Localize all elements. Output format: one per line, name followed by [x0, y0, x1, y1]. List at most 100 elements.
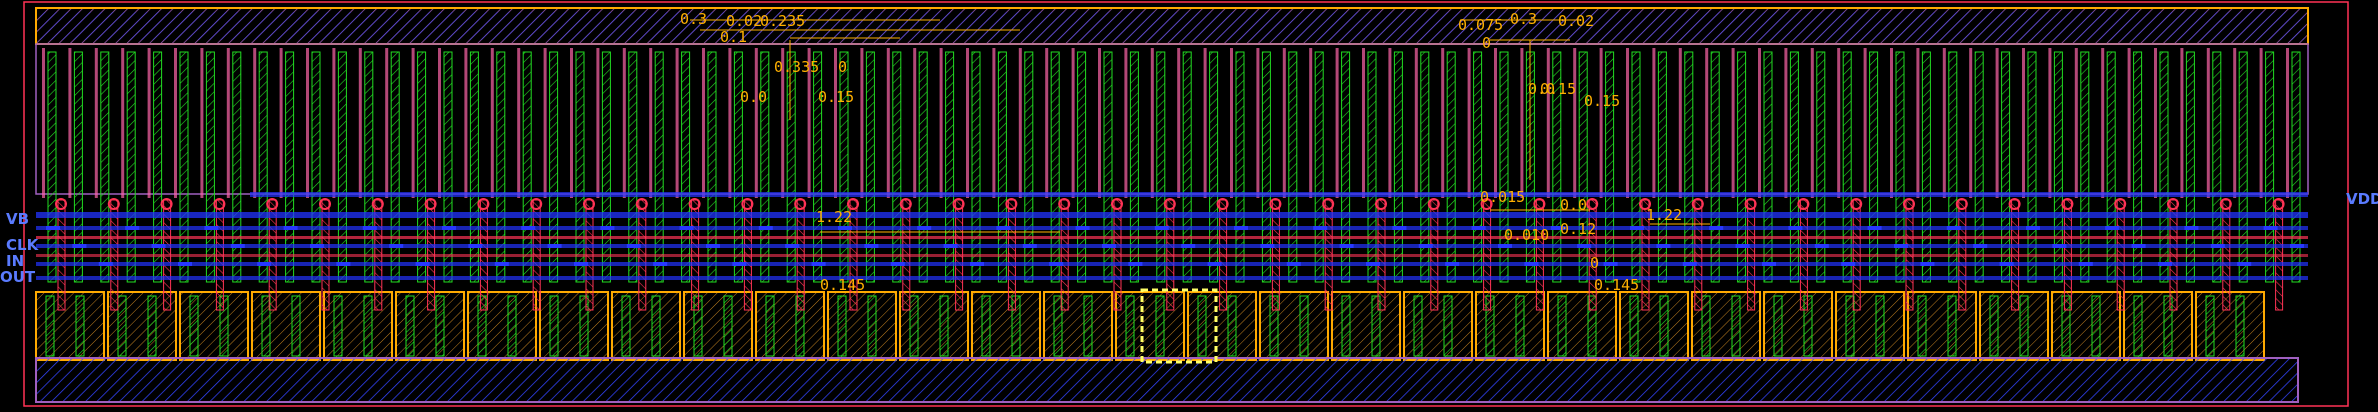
diffusion-finger: [621, 295, 631, 357]
diffusion-finger: [1875, 295, 1885, 357]
poly-strip: [1652, 48, 1656, 198]
diffusion-finger: [333, 295, 343, 357]
diffusion-finger: [1197, 295, 1207, 357]
poly-strip: [1282, 48, 1286, 198]
poly-strip: [2048, 48, 2052, 198]
pin-out[interactable]: OUT: [0, 268, 36, 286]
poly-strip: [754, 48, 758, 198]
poly-strip: [1810, 48, 1814, 198]
poly-strip: [306, 48, 309, 198]
poly-strip: [1309, 48, 1313, 198]
poly-strip: [464, 48, 468, 198]
poly-strip: [1784, 48, 1788, 198]
poly-strip: [147, 48, 151, 198]
nwell-region: [35, 43, 2309, 195]
poly-strip: [2074, 48, 2078, 198]
poly-strip: [1494, 48, 1497, 198]
diffusion-finger: [2205, 295, 2215, 357]
ruler-label: 1.22: [816, 208, 852, 226]
ruler-label: 0: [1590, 254, 1599, 272]
poly-strip: [596, 48, 600, 198]
diffusion-finger: [765, 295, 775, 357]
ruler-label: 0.015: [1480, 188, 1525, 206]
ruler-label: 0.235: [760, 12, 805, 30]
pin-vb[interactable]: VB: [6, 210, 29, 228]
poly-strip: [2022, 48, 2025, 198]
diffusion-finger: [435, 295, 445, 357]
ruler-label: 0.3: [1510, 10, 1537, 28]
poly-strip: [1071, 48, 1075, 198]
diffusion-finger: [363, 295, 373, 357]
ruler-label: 0.0: [1560, 196, 1587, 214]
diffusion-finger: [867, 295, 877, 357]
ruler-label: 0.02: [1558, 12, 1594, 30]
ruler-label: 0.0: [1528, 80, 1555, 98]
layout-canvas[interactable]: VB CLK IN OUT VDD 0.3 0.02 0.235 0.1 0.3…: [0, 0, 2378, 412]
poly-strip: [226, 48, 230, 198]
diffusion-finger: [45, 295, 55, 357]
poly-strip: [1890, 48, 1893, 198]
transistor-fingers: [42, 48, 2304, 311]
ruler-label: 0.15: [1584, 92, 1620, 110]
ruler-label: 0.010: [1504, 226, 1549, 244]
diffusion-finger: [981, 295, 991, 357]
diffusion-finger: [2235, 295, 2245, 357]
poly-strip: [1441, 48, 1445, 198]
ruler-label: 0.1: [720, 28, 747, 46]
poly-strip: [649, 48, 653, 198]
ruler-label: 0.145: [820, 276, 865, 294]
ruler-label: 0.075: [1458, 16, 1503, 34]
diffusion-finger: [1701, 295, 1711, 357]
poly-strip: [68, 48, 72, 198]
diffusion-finger: [2133, 295, 2143, 357]
poly-strip: [2101, 48, 2105, 198]
diffusion-finger: [1341, 295, 1351, 357]
poly-strip: [411, 48, 415, 198]
diffusion-finger: [1731, 295, 1741, 357]
poly-strip: [728, 48, 732, 198]
poly-strip: [490, 48, 494, 198]
bottom-ground-rail[interactable]: [35, 357, 2299, 403]
diffusion-finger: [651, 295, 661, 357]
ruler-label: 0.12: [1560, 220, 1596, 238]
poly-strip: [279, 48, 283, 198]
diffusion-finger: [117, 295, 127, 357]
diffusion-finger: [1443, 295, 1453, 357]
poly-strip: [42, 48, 45, 198]
diffusion-finger: [147, 295, 157, 357]
poly-strip: [1203, 48, 1207, 198]
poly-strip: [94, 48, 98, 198]
diffusion-finger: [1629, 295, 1639, 357]
poly-strip: [1758, 48, 1761, 198]
poly-strip: [1335, 48, 1339, 198]
diffusion-finger: [75, 295, 85, 357]
poly-strip: [834, 48, 837, 198]
poly-strip: [1414, 48, 1418, 198]
poly-strip: [253, 48, 257, 198]
poly-strip: [1467, 48, 1471, 198]
diffusion-finger: [1557, 295, 1567, 357]
poly-strip: [1230, 48, 1233, 198]
poly-strip: [992, 48, 996, 198]
poly-strip: [966, 48, 969, 198]
ruler-label: 1.22: [1646, 206, 1682, 224]
top-rail-metal: [40, 12, 2304, 40]
poly-strip: [675, 48, 679, 198]
poly-strip: [1256, 48, 1260, 198]
pin-vdd[interactable]: VDD: [2346, 190, 2378, 208]
poly-strip: [1124, 48, 1128, 198]
diffusion-finger: [909, 295, 919, 357]
diffusion-finger: [1773, 295, 1783, 357]
diffusion-finger: [2091, 295, 2101, 357]
diffusion-finger: [405, 295, 415, 357]
poly-strip: [1362, 48, 1365, 198]
poly-strip: [1731, 48, 1735, 198]
poly-strip: [1626, 48, 1629, 198]
diffusion-finger: [723, 295, 733, 357]
poly-strip: [2233, 48, 2237, 198]
poly-strip: [358, 48, 362, 198]
diffusion-finger: [291, 295, 301, 357]
ruler-label: 0.15: [818, 88, 854, 106]
poly-strip: [385, 48, 389, 198]
poly-strip: [1837, 48, 1841, 198]
